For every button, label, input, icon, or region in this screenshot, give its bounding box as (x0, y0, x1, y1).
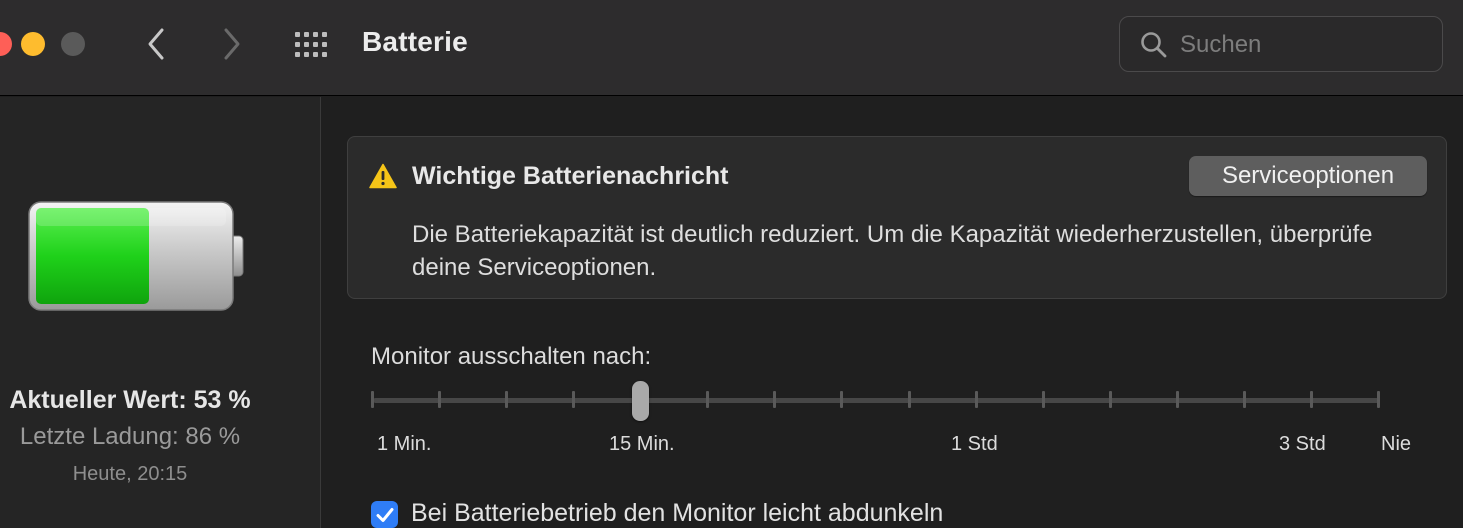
chevron-left-icon (148, 28, 164, 60)
tick-label-never: Nie (1381, 433, 1412, 455)
grid-dot (322, 42, 327, 47)
last-charge-label: Letzte Ladung: 86 % (19, 423, 241, 450)
current-charge-label: Aktueller Wert: 53 % (9, 386, 251, 414)
chevron-right-icon (224, 28, 240, 60)
display-sleep-label: Monitor ausschalten nach: (371, 343, 652, 370)
close-window-button[interactable] (0, 32, 12, 56)
display-sleep-slider[interactable] (371, 381, 1381, 421)
main-panel: Wichtige Batterienachricht Serviceoption… (322, 97, 1463, 528)
slider-tick (908, 391, 911, 408)
search-field[interactable] (1119, 16, 1443, 72)
tick-label-15-min: 15 Min. (609, 433, 675, 455)
battery-status-sidebar: Aktueller Wert: 53 % Letzte Ladung: 86 %… (0, 97, 321, 528)
slider-tick (1042, 391, 1045, 408)
notice-message: Die Batteriekapazität ist deutlich reduz… (412, 221, 1373, 281)
grid-dot (304, 42, 309, 47)
grid-dot (295, 32, 300, 37)
slider-tick (371, 391, 374, 408)
service-options-button[interactable]: Serviceoptionen (1189, 156, 1427, 196)
warning-icon (369, 163, 397, 189)
slider-tick (1377, 391, 1380, 408)
dim-display-label: Bei Batteriebetrieb den Monitor leicht a… (411, 499, 944, 527)
battery-notice-box: Wichtige Batterienachricht Serviceoption… (347, 136, 1447, 299)
toolbar: Batterie (0, 0, 1463, 96)
dim-display-checkbox[interactable] (371, 501, 398, 528)
battery-preferences-window: Batterie Suchen Aktueller Wert: 53 % Let… (0, 0, 1463, 528)
slider-tick (975, 391, 978, 408)
slider-tick (1243, 391, 1246, 408)
battery-level-icon (28, 201, 244, 311)
slider-tick (773, 391, 776, 408)
minimize-window-button[interactable] (21, 32, 45, 56)
grid-dot (322, 32, 327, 37)
slider-tick (438, 391, 441, 408)
notice-title: Wichtige Batterienachricht (412, 162, 729, 190)
last-charge-time: Heute, 20:15 (72, 463, 188, 485)
grid-dot (313, 42, 318, 47)
slider-tick (1109, 391, 1112, 408)
show-all-button[interactable] (294, 29, 332, 59)
search-input[interactable] (1180, 27, 1430, 63)
slider-track (373, 398, 1379, 403)
search-icon (1141, 32, 1167, 58)
tick-label-3-hours: 3 Std (1279, 433, 1326, 455)
grid-dot (313, 52, 318, 57)
slider-tick (840, 391, 843, 408)
slider-tick (706, 391, 709, 408)
grid-dot (295, 42, 300, 47)
grid-dot (313, 32, 318, 37)
grid-dot (322, 52, 327, 57)
window-title: Batterie (362, 26, 468, 57)
checkmark-icon (376, 507, 393, 522)
tick-label-1-hour: 1 Std (951, 433, 998, 455)
tick-label-1-min: 1 Min. (377, 433, 432, 455)
zoom-window-button[interactable] (61, 32, 85, 56)
slider-thumb[interactable] (632, 381, 649, 421)
slider-tick (1310, 391, 1313, 408)
back-button[interactable] (141, 26, 171, 62)
slider-tick (1176, 391, 1179, 408)
slider-tick (572, 391, 575, 408)
forward-button[interactable] (217, 26, 247, 62)
grid-dot (304, 52, 309, 57)
slider-tick (505, 391, 508, 408)
grid-dot (295, 52, 300, 57)
grid-dot (304, 32, 309, 37)
